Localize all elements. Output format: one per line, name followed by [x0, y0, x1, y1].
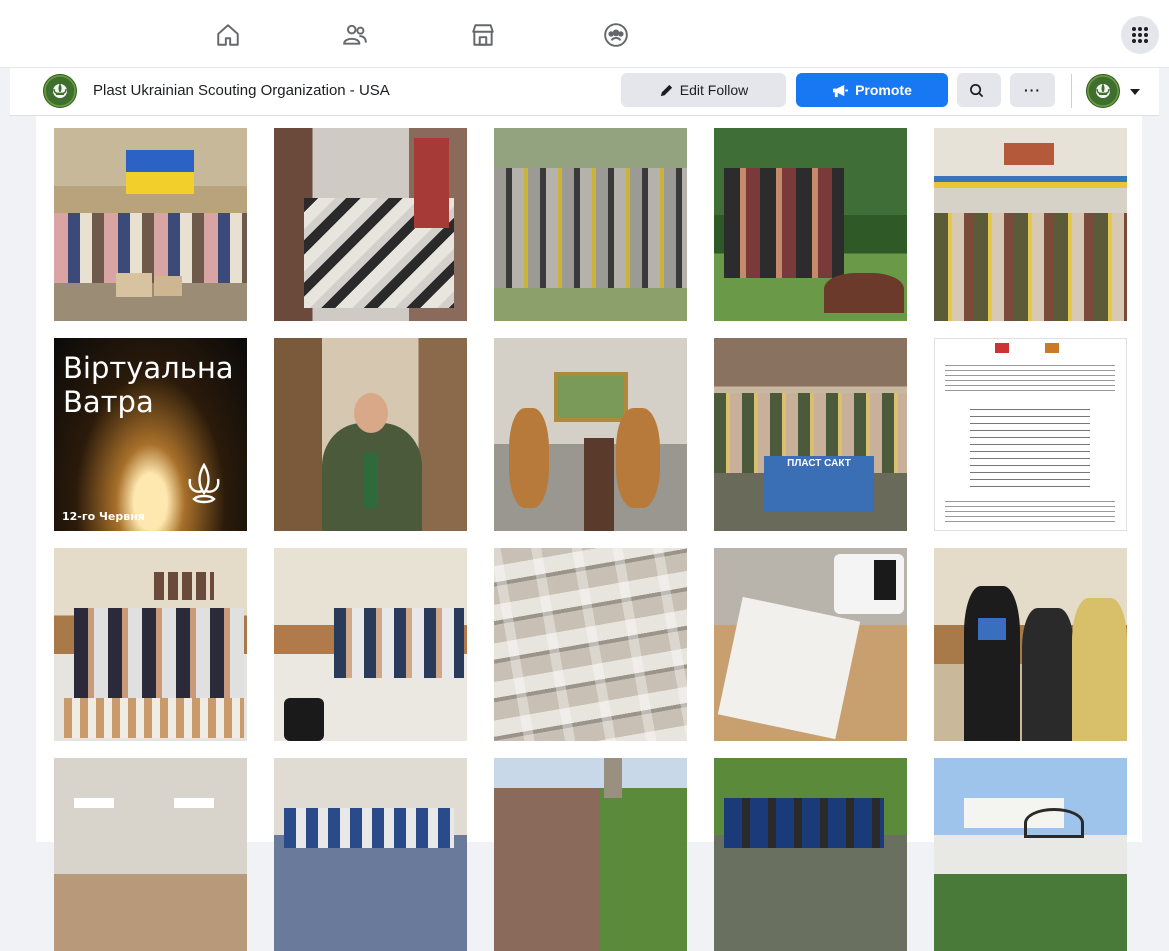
performer: [584, 438, 614, 531]
packed-bags: [494, 548, 687, 741]
more-options-button[interactable]: ···: [1010, 73, 1055, 107]
photo-14[interactable]: [54, 758, 247, 951]
bandura-right: [616, 408, 660, 508]
promote-label: Promote: [855, 82, 912, 98]
account-dropdown-caret-icon[interactable]: [1130, 89, 1140, 95]
photo-10[interactable]: [274, 548, 467, 741]
photo-16[interactable]: [494, 758, 687, 951]
person-center: [1022, 608, 1074, 741]
virtual-title-line1: Віртуальна: [63, 351, 234, 385]
photo-12[interactable]: [714, 548, 907, 741]
table-supplies: [64, 698, 244, 738]
page-title[interactable]: Plast Ukrainian Scouting Organization - …: [93, 82, 390, 99]
photo-document[interactable]: [934, 338, 1127, 531]
photo-18[interactable]: [934, 758, 1127, 951]
document-text-lines: [945, 365, 1115, 395]
bandura-left: [509, 408, 549, 508]
promote-button[interactable]: Promote: [796, 73, 948, 107]
fleur-de-lis-icon: [1096, 83, 1110, 95]
photo-8[interactable]: ПЛАСТ САКТ: [714, 338, 907, 531]
banner-text: ПЛАСТ САКТ: [787, 458, 851, 469]
photo-15[interactable]: [274, 758, 467, 951]
photo-11[interactable]: [494, 548, 687, 741]
flag-blue: [126, 150, 194, 172]
green-neckerchief: [364, 453, 378, 508]
account-avatar[interactable]: [1086, 74, 1120, 108]
box: [116, 273, 152, 297]
ukraine-map-print: [978, 618, 1006, 640]
photo-13[interactable]: [934, 548, 1127, 741]
search-button[interactable]: [957, 73, 1001, 107]
document-text-lines: [945, 501, 1115, 525]
trash-bin: [284, 698, 324, 741]
top-navigation-bar: [0, 0, 1169, 68]
scouts-with-guitars: [724, 168, 844, 278]
person-black-shirt: [964, 586, 1020, 741]
home-icon[interactable]: [213, 20, 243, 50]
header-divider: [1071, 74, 1072, 108]
photo-1[interactable]: [54, 128, 247, 321]
groups-icon[interactable]: [601, 20, 631, 50]
photo-7[interactable]: [494, 338, 687, 531]
menu-grid-icon[interactable]: [1121, 16, 1159, 54]
friends-icon[interactable]: [340, 20, 370, 50]
document-text-lines: [970, 409, 1090, 489]
tower: [604, 758, 622, 798]
photo-virtual-vatra[interactable]: Віртуальна Ватра 12-го Червня: [54, 338, 247, 531]
printer-screen: [874, 560, 896, 600]
volunteers-packing: [74, 608, 244, 698]
group-of-scouts: [494, 168, 687, 288]
photo-6[interactable]: [274, 338, 467, 531]
virtual-date: 12-го Червня: [62, 510, 145, 523]
fleur-de-lis-icon: [188, 463, 220, 504]
document-logo-right: [1045, 343, 1059, 353]
virtual-title-line2: Ватра: [63, 385, 154, 419]
ceiling-light: [174, 798, 214, 808]
volunteers-packing: [334, 608, 464, 678]
search-icon: [969, 83, 983, 97]
framed-painting: [554, 372, 628, 422]
fleur-de-lis-icon: [53, 83, 67, 95]
cyclists: [724, 798, 884, 848]
sky: [494, 758, 687, 788]
framed-photos: [154, 572, 214, 600]
scouts-in-uniform: [934, 213, 1127, 321]
packed-bag: [717, 596, 861, 740]
photo-9[interactable]: [54, 548, 247, 741]
edit-follow-button[interactable]: Edit Follow: [621, 73, 786, 107]
photo-17[interactable]: [714, 758, 907, 951]
photo-3[interactable]: [494, 128, 687, 321]
pencil-icon: [660, 84, 672, 96]
person-red-vest: [414, 138, 449, 228]
edit-follow-label: Edit Follow: [679, 82, 749, 98]
plast-banner: ПЛАСТ САКТ: [764, 456, 874, 512]
box: [154, 276, 182, 296]
photo-5[interactable]: [934, 128, 1127, 321]
megaphone-icon: [833, 84, 849, 97]
ceiling-light: [74, 798, 114, 808]
photo-grid: Віртуальна Ватра 12-го Червня ПЛАСТ САКТ: [36, 116, 1142, 951]
page-header-bar: Plast Ukrainian Scouting Organization - …: [10, 68, 1159, 116]
marketplace-icon[interactable]: [468, 20, 498, 50]
page-avatar[interactable]: [43, 74, 77, 108]
bicycle: [1024, 808, 1084, 838]
document-logo-left: [995, 343, 1009, 353]
campfire-pit: [824, 273, 904, 313]
photo-4[interactable]: [714, 128, 907, 321]
photo-2[interactable]: [274, 128, 467, 321]
volunteers-group: [284, 808, 454, 848]
flag-yellow: [126, 172, 194, 194]
icons-on-wall: [1004, 143, 1054, 165]
face: [354, 393, 388, 433]
person-yellow-shirt: [1072, 598, 1127, 741]
